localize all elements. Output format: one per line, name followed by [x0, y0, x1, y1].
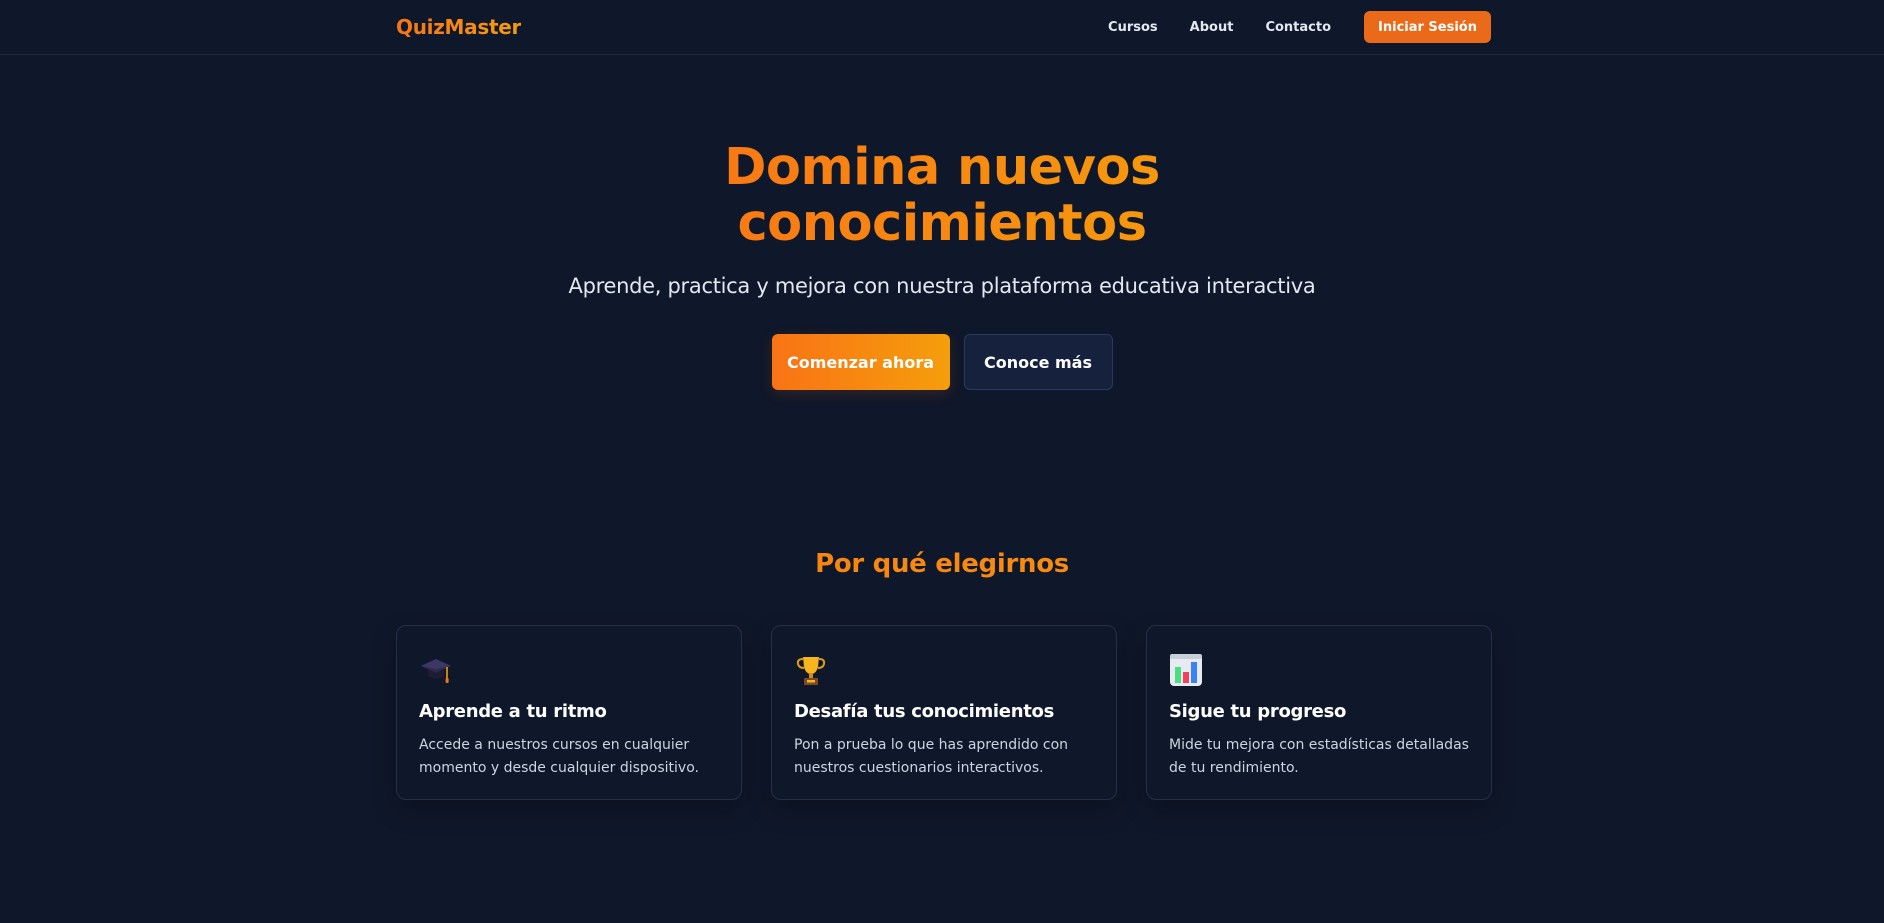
feature-card-learn: Aprende a tu ritmo Accede a nuestros cur…	[396, 625, 742, 800]
features-title: Por qué elegirnos	[0, 549, 1884, 579]
feature-cards: Aprende a tu ritmo Accede a nuestros cur…	[396, 625, 1492, 800]
nav-links: Cursos About Contacto Iniciar Sesión	[1108, 11, 1491, 43]
hero-subtitle: Aprende, practica y mejora con nuestra p…	[568, 274, 1316, 298]
hero-section: Domina nuevos conocimientos Aprende, pra…	[0, 140, 1884, 390]
feature-card-challenge: Desafía tus conocimientos Pon a prueba l…	[771, 625, 1117, 800]
hero-buttons: Comenzar ahora Conoce más	[0, 334, 1884, 390]
trophy-icon	[796, 657, 826, 685]
features-section: Por qué elegirnos Aprende a tu ritmo Acc…	[0, 549, 1884, 800]
feature-card-title: Sigue tu progreso	[1169, 701, 1347, 722]
feature-card-text: Pon a prueba lo que has aprendido con nu…	[794, 737, 1069, 776]
feature-card-text: Accede a nuestros cursos en cualquier mo…	[419, 737, 699, 776]
logo[interactable]: QuizMaster	[396, 15, 521, 39]
graduation-cap-icon	[421, 659, 451, 683]
nav-link-contacto[interactable]: Contacto	[1265, 20, 1331, 35]
hero-title: Domina nuevos conocimientos	[642, 140, 1242, 252]
feature-card-progress: Sigue tu progreso Mide tu mejora con est…	[1146, 625, 1492, 800]
bar-chart-icon	[1170, 654, 1202, 686]
feature-card-title: Desafía tus conocimientos	[794, 701, 1055, 722]
login-button[interactable]: Iniciar Sesión	[1364, 11, 1491, 43]
nav-link-cursos[interactable]: Cursos	[1108, 20, 1158, 35]
nav-link-about[interactable]: About	[1190, 20, 1234, 35]
feature-card-text: Mide tu mejora con estadísticas detallad…	[1169, 737, 1469, 776]
navbar: QuizMaster Cursos About Contacto Iniciar…	[0, 0, 1884, 55]
start-now-button[interactable]: Comenzar ahora	[771, 334, 950, 390]
navbar-inner: QuizMaster Cursos About Contacto Iniciar…	[396, 0, 1491, 54]
learn-more-button[interactable]: Conoce más	[963, 334, 1113, 390]
feature-card-title: Aprende a tu ritmo	[419, 701, 607, 722]
